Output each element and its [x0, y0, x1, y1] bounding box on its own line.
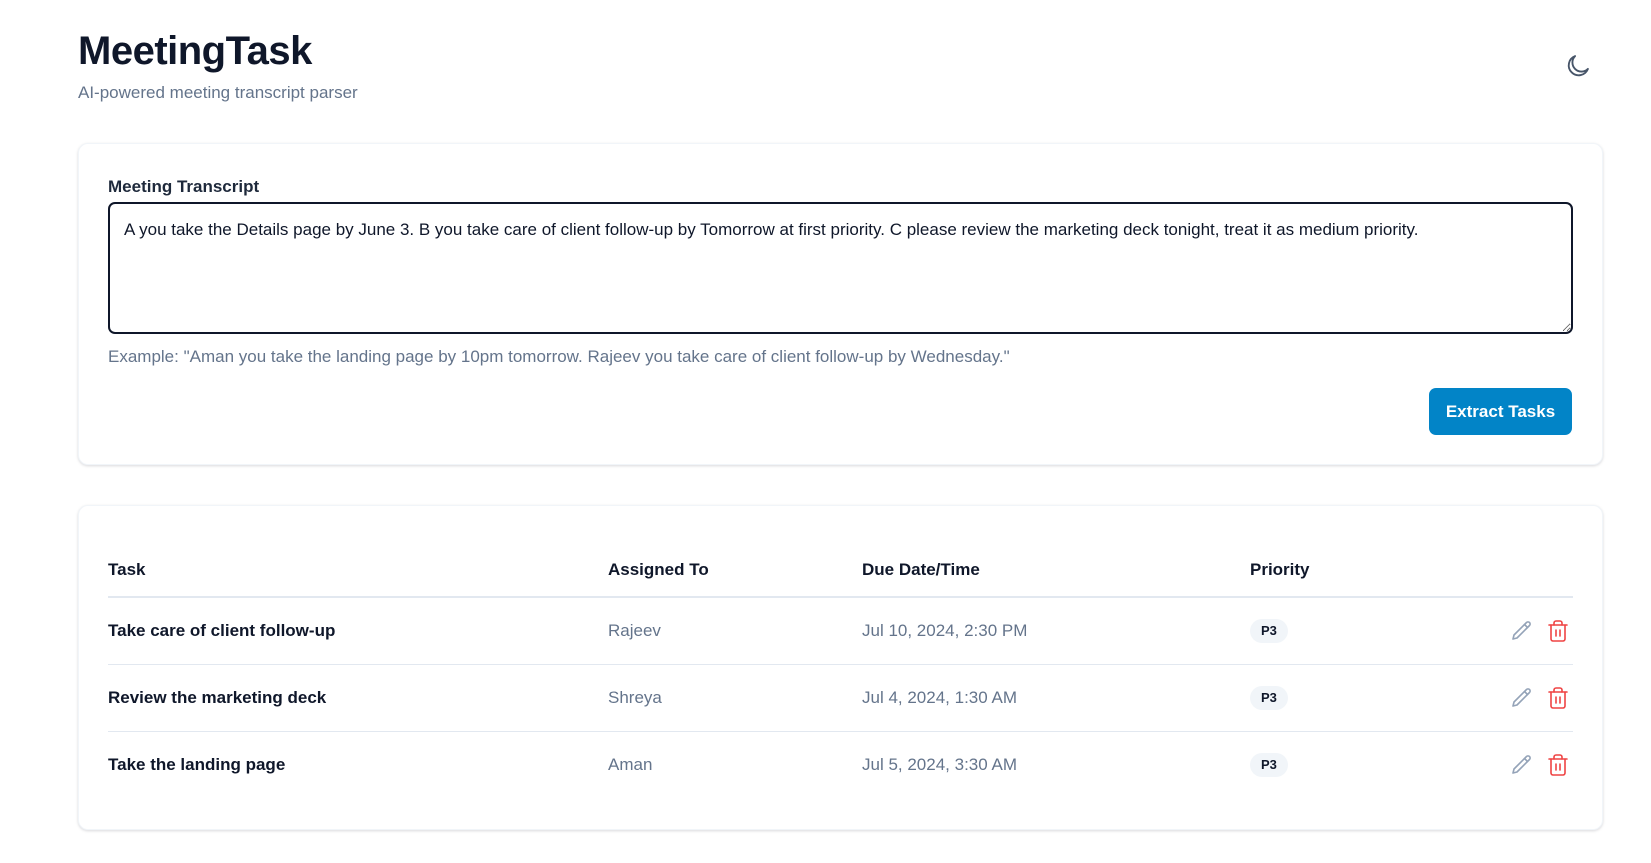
edit-task-button[interactable] [1509, 685, 1535, 711]
tasks-table: Task Assigned To Due Date/Time Priority … [108, 544, 1573, 798]
app-header: MeetingTask AI-powered meeting transcrip… [78, 26, 358, 104]
app-subtitle: AI-powered meeting transcript parser [78, 83, 358, 102]
table-row: Take the landing page Aman Jul 5, 2024, … [108, 732, 1573, 799]
pencil-icon [1512, 755, 1531, 774]
theme-toggle-button[interactable] [1562, 50, 1594, 82]
app-page: MeetingTask AI-powered meeting transcrip… [0, 0, 1651, 863]
transcript-helper-text: Example: "Aman you take the landing page… [108, 347, 1010, 366]
priority-badge: P3 [1250, 686, 1288, 710]
tasks-card: Task Assigned To Due Date/Time Priority … [78, 505, 1603, 830]
task-assignee: Aman [608, 755, 653, 774]
priority-badge: P3 [1250, 753, 1288, 777]
task-priority-cell: P3 [1250, 664, 1450, 732]
edit-task-button[interactable] [1509, 752, 1535, 778]
task-due-date: Jul 5, 2024, 3:30 AM [862, 755, 1017, 774]
task-actions-cell [1450, 732, 1573, 799]
task-due-date: Jul 4, 2024, 1:30 AM [862, 664, 1250, 732]
transcript-textarea[interactable] [108, 202, 1573, 334]
transcript-card: Meeting Transcript Example: "Aman you ta… [78, 143, 1603, 465]
row-actions [1450, 618, 1573, 644]
edit-task-button[interactable] [1509, 618, 1535, 644]
pencil-icon [1512, 688, 1531, 707]
task-assignee: Rajeev [608, 597, 862, 665]
pencil-icon [1512, 621, 1531, 640]
task-actions-cell [1450, 597, 1573, 665]
task-assignee: Shreya [608, 664, 862, 732]
column-header-due-date: Due Date/Time [862, 544, 1250, 598]
delete-task-button[interactable] [1545, 752, 1571, 778]
trash-icon [1548, 754, 1568, 776]
trash-icon [1548, 620, 1568, 642]
moon-icon [1567, 55, 1589, 77]
delete-task-button[interactable] [1545, 685, 1571, 711]
task-name: Take the landing page [108, 755, 286, 774]
trash-icon [1548, 687, 1568, 709]
table-header-row: Task Assigned To Due Date/Time Priority [108, 544, 1573, 598]
task-due-date: Jul 10, 2024, 2:30 PM [862, 597, 1250, 665]
row-actions [1450, 685, 1573, 711]
transcript-label: Meeting Transcript [108, 177, 260, 196]
column-header-assigned-to: Assigned To [608, 544, 862, 598]
column-header-actions [1450, 544, 1573, 598]
priority-badge: P3 [1250, 619, 1288, 643]
task-priority-cell: P3 [1250, 732, 1450, 799]
task-name: Take care of client follow-up [108, 597, 608, 665]
extract-tasks-button[interactable]: Extract Tasks [1429, 388, 1572, 435]
task-actions-cell [1450, 664, 1573, 732]
column-header-priority: Priority [1250, 544, 1450, 598]
table-row: Review the marketing deck Shreya Jul 4, … [108, 664, 1573, 732]
task-name: Review the marketing deck [108, 664, 608, 732]
column-header-task: Task [108, 544, 608, 598]
delete-task-button[interactable] [1545, 618, 1571, 644]
task-priority-cell: P3 [1250, 597, 1450, 665]
table-row: Take care of client follow-up Rajeev Jul… [108, 597, 1573, 665]
row-actions [1450, 752, 1573, 778]
app-title: MeetingTask [78, 29, 312, 73]
